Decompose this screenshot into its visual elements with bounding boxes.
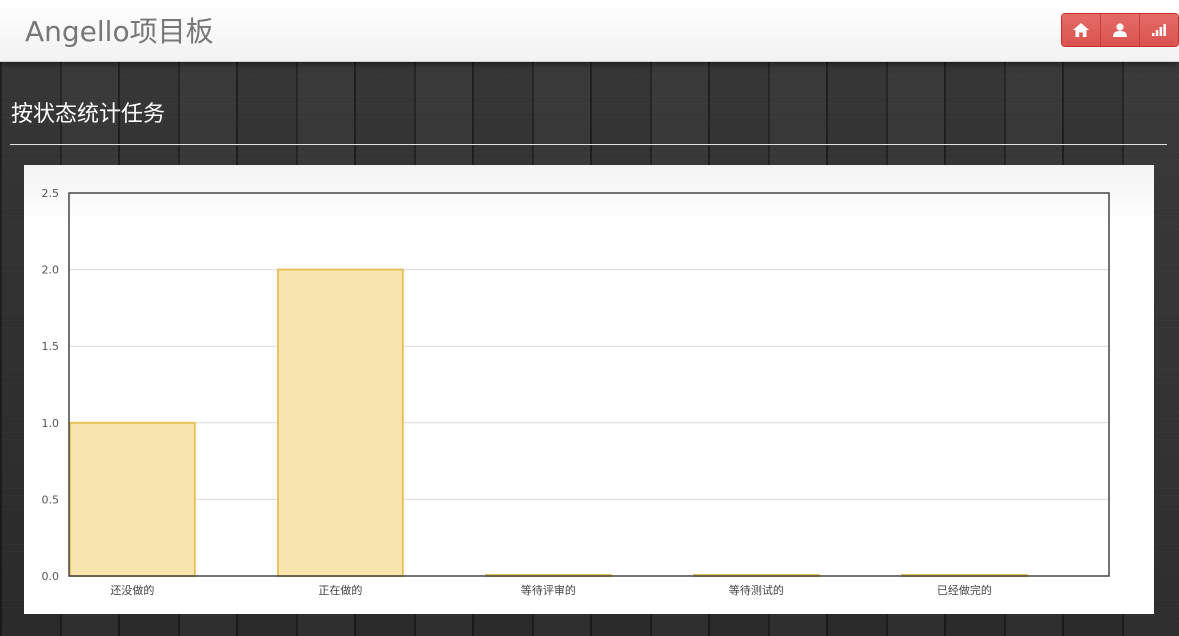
home-button[interactable] xyxy=(1062,14,1101,46)
bar xyxy=(277,268,404,577)
status-bar-chart: 0.0 0.5 1.0 1.5 2.0 2.5 还没做的 正在做的 等待评审的 等待测试的 已经做完… xyxy=(42,187,1110,597)
y-tick-label: 2.0 xyxy=(42,264,60,277)
nav-button-group xyxy=(1061,13,1179,47)
bar xyxy=(69,421,196,577)
top-navbar: Angello项目板 xyxy=(0,0,1179,62)
x-tick-label: 已经做完的 xyxy=(937,583,992,597)
x-tick-label: 正在做的 xyxy=(318,583,362,597)
title-divider xyxy=(10,144,1167,145)
x-tick-label: 还没做的 xyxy=(110,583,154,597)
brand-title[interactable]: Angello项目板 xyxy=(25,10,214,50)
y-tick-label: 1.5 xyxy=(42,340,60,353)
signal-icon xyxy=(1152,24,1166,36)
chart-panel: 0.0 0.5 1.0 1.5 2.0 2.5 还没做的 正在做的 等待评审的 等待测试的 已经做完… xyxy=(24,165,1154,614)
user-button[interactable] xyxy=(1101,14,1140,46)
page-title: 按状态统计任务 xyxy=(11,102,166,127)
stats-button[interactable] xyxy=(1140,14,1178,46)
y-tick-label: 2.5 xyxy=(42,187,60,200)
plot-frame xyxy=(68,192,1110,577)
x-tick-label: 等待测试的 xyxy=(729,583,784,597)
y-tick-label: 0.5 xyxy=(42,493,60,506)
x-tick-label: 等待评审的 xyxy=(521,583,576,597)
y-tick-label: 0.0 xyxy=(42,570,60,583)
y-tick-label: 1.0 xyxy=(42,417,60,430)
user-icon xyxy=(1113,23,1127,37)
home-icon xyxy=(1073,23,1089,37)
